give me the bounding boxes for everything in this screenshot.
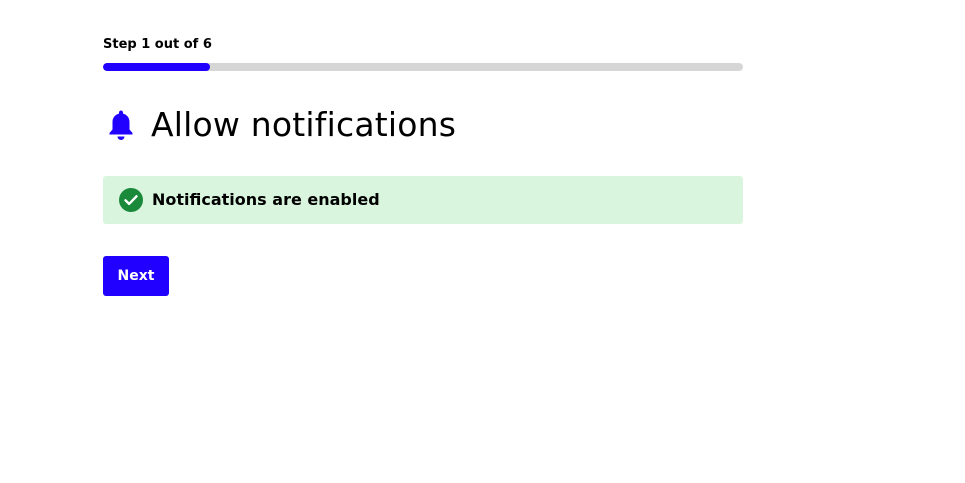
step-counter: Step 1 out of 6 xyxy=(103,37,212,52)
status-banner: Notifications are enabled xyxy=(103,176,743,224)
progress-bar-fill xyxy=(103,63,210,71)
progress-bar xyxy=(103,63,743,71)
status-text: Notifications are enabled xyxy=(152,190,380,209)
bell-icon xyxy=(108,109,134,141)
title-row: Allow notifications xyxy=(103,105,743,145)
onboarding-step: Step 1 out of 6 Allow notifications Noti… xyxy=(103,36,743,296)
next-button[interactable]: Next xyxy=(103,256,169,296)
page-title: Allow notifications xyxy=(151,105,457,144)
check-circle-icon xyxy=(119,188,143,212)
